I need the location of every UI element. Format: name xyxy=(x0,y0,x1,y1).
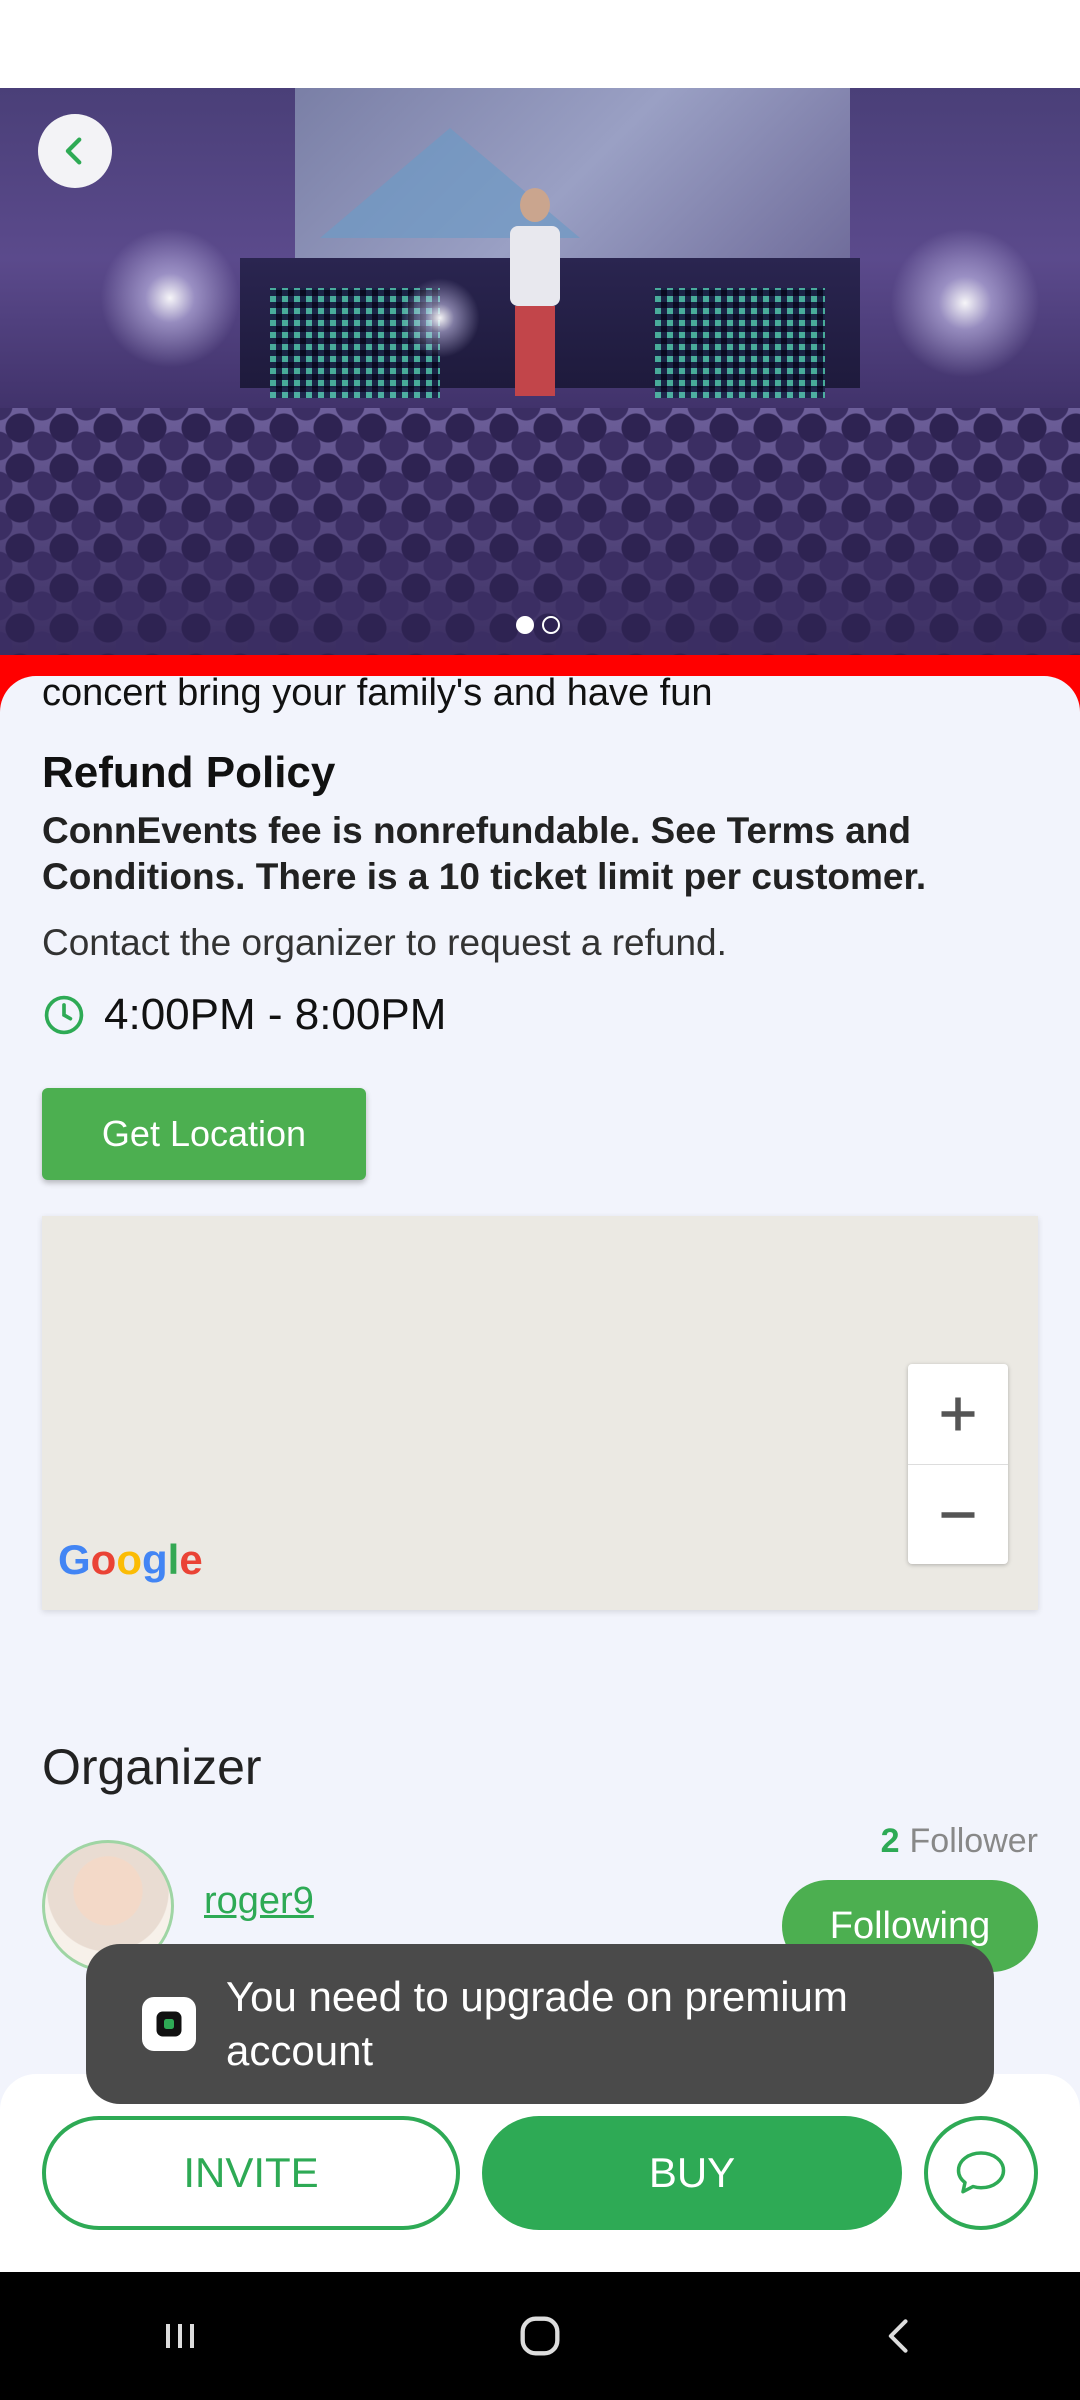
clock-icon xyxy=(44,995,84,1035)
follower-count-value: 2 xyxy=(880,1822,900,1860)
buy-button[interactable]: BUY xyxy=(482,2116,902,2230)
google-logo: Google xyxy=(58,1536,203,1583)
map-zoom-controls xyxy=(908,1364,1008,1564)
plus-icon xyxy=(941,1397,975,1431)
back-button[interactable] xyxy=(38,114,112,188)
status-bar xyxy=(0,0,1080,88)
led-panel-right xyxy=(655,288,825,398)
back-nav-button[interactable] xyxy=(840,2286,960,2386)
light-flare xyxy=(100,228,240,368)
chat-button[interactable] xyxy=(924,2116,1038,2230)
organizer-username-link[interactable]: roger9 xyxy=(204,1880,314,1923)
toast-message: You need to upgrade on premium account xyxy=(226,1973,848,2074)
get-location-button[interactable]: Get Location xyxy=(42,1088,366,1180)
invite-button[interactable]: INVITE xyxy=(42,2116,460,2230)
map-view[interactable]: Google xyxy=(42,1216,1038,1610)
follower-count: 2 Follower xyxy=(881,1822,1038,1861)
follower-label: Follower xyxy=(909,1822,1038,1860)
home-icon xyxy=(520,2316,560,2356)
minus-icon xyxy=(941,1511,975,1518)
refund-contact-note: Contact the organizer to request a refun… xyxy=(42,922,727,963)
toast-notification: You need to upgrade on premium account xyxy=(86,1944,994,2104)
chevron-left-icon xyxy=(65,137,82,165)
organizer-section-title: Organizer xyxy=(42,1739,262,1795)
light-flare xyxy=(890,228,1040,378)
back-icon xyxy=(888,2319,908,2353)
performer-image xyxy=(510,188,560,408)
carousel-dot-active[interactable] xyxy=(516,616,534,634)
app-icon xyxy=(142,1997,196,2051)
carousel-indicator xyxy=(516,616,560,634)
refund-policy-title: Refund Policy xyxy=(42,748,336,797)
light-flare xyxy=(400,278,480,358)
event-time-range: 4:00PM - 8:00PM xyxy=(104,990,447,1039)
chat-bubble-icon xyxy=(956,2151,1006,2194)
event-time: 4:00PM - 8:00PM xyxy=(42,990,446,1040)
home-button[interactable] xyxy=(480,2286,600,2386)
zoom-in-button[interactable] xyxy=(908,1364,1008,1464)
recent-apps-button[interactable] xyxy=(120,2286,240,2386)
zoom-out-button[interactable] xyxy=(908,1464,1008,1564)
system-navigation-bar xyxy=(0,2272,1080,2400)
event-description: concert bring your family's and have fun xyxy=(42,672,713,714)
recent-apps-icon xyxy=(166,2324,194,2348)
carousel-dot[interactable] xyxy=(542,616,560,634)
event-image-carousel[interactable] xyxy=(0,88,1080,658)
refund-policy-text: ConnEvents fee is nonrefundable. See Ter… xyxy=(42,810,927,897)
